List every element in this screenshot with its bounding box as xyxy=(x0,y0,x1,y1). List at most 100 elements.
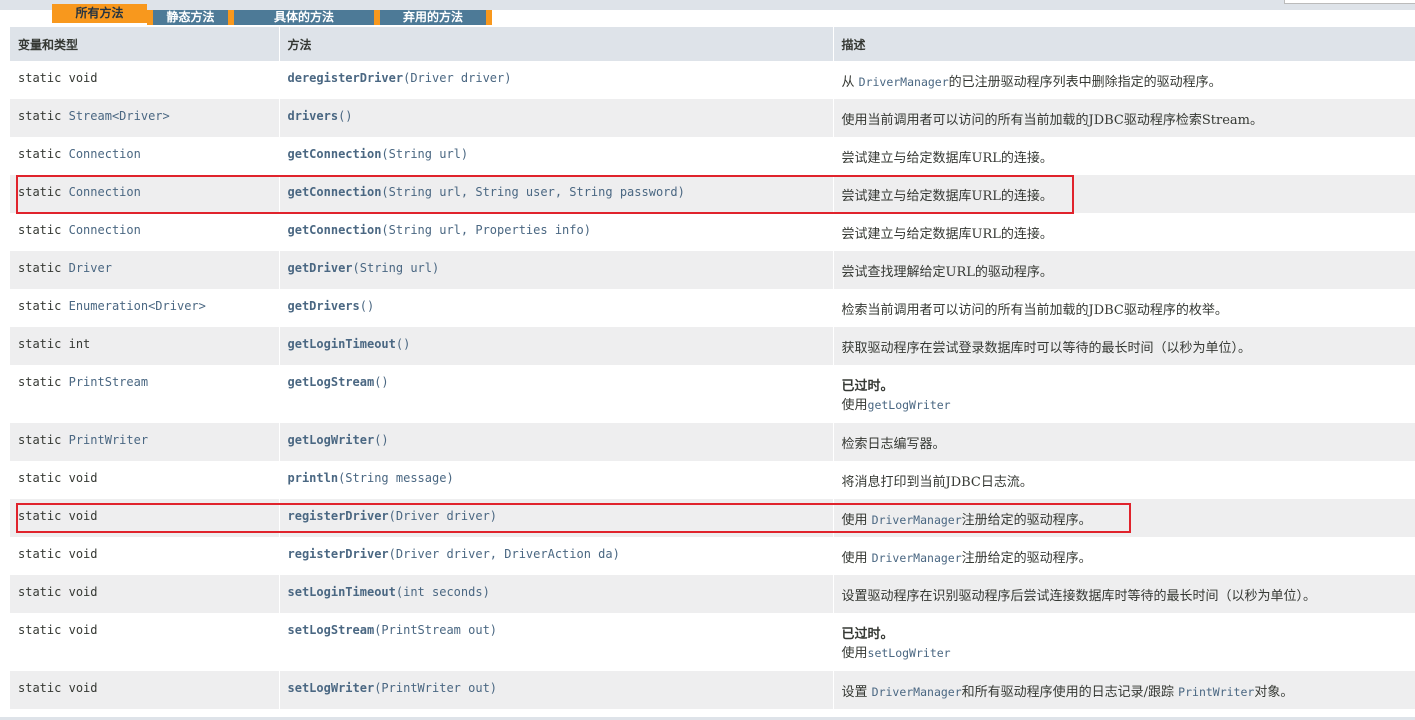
cell-description: 尝试建立与给定数据库URL的连接。 xyxy=(833,213,1415,251)
method-params: (Driver driver) xyxy=(403,71,512,85)
method-link[interactable]: getLoginTimeout xyxy=(288,337,396,351)
cell-method: getConnection(String url, Properties inf… xyxy=(279,213,834,251)
method-link[interactable]: drivers xyxy=(288,109,339,123)
return-type: void xyxy=(68,547,98,561)
return-type[interactable]: Connection xyxy=(69,185,141,199)
description-text: 获取驱动程序在尝试登录数据库时可以等待的最长时间（以秒为单位）。 xyxy=(841,341,1252,356)
cell-type: static void xyxy=(10,499,280,537)
description-text: 注册给定的驱动程序。 xyxy=(961,551,1092,566)
method-link[interactable]: setLogStream xyxy=(288,623,375,637)
description-text: 尝试建立与给定数据库URL的连接。 xyxy=(841,151,1053,166)
method-params: (PrintWriter out) xyxy=(374,681,498,695)
class-link[interactable]: PrintWriter xyxy=(1178,685,1254,699)
method-params: (String message) xyxy=(338,471,454,485)
cell-type: static PrintWriter xyxy=(10,423,280,461)
column-header-method: 方法 xyxy=(279,27,834,61)
tab-separator xyxy=(486,10,492,25)
cell-method: println(String message) xyxy=(279,461,834,499)
tab-static-methods[interactable]: 静态方法 xyxy=(153,10,228,25)
column-header-type: 变量和类型 xyxy=(10,27,280,61)
cell-method: getConnection(String url, String user, S… xyxy=(279,175,834,213)
modifier-text: static xyxy=(18,375,62,389)
return-type[interactable]: PrintStream xyxy=(69,375,148,389)
method-link[interactable]: getLogWriter xyxy=(288,433,375,447)
cell-type: static Connection xyxy=(10,137,280,175)
cell-description: 获取驱动程序在尝试登录数据库时可以等待的最长时间（以秒为单位）。 xyxy=(833,327,1415,365)
return-type: void xyxy=(68,585,98,599)
method-summary-table: 变量和类型 方法 描述 static void deregisterDriver(… xyxy=(10,27,1415,709)
cell-type: static Stream<Driver> xyxy=(10,99,280,137)
class-link[interactable]: DriverManager xyxy=(859,75,949,89)
modifier-text: static xyxy=(18,109,62,123)
class-link[interactable]: DriverManager xyxy=(872,513,962,527)
description-text: 使用当前调用者可以访问的所有当前加载的JDBC驱动程序检索Stream。 xyxy=(841,113,1264,128)
method-link[interactable]: getConnection xyxy=(288,147,382,161)
table-row: static PrintWriter getLogWriter() 检索日志编写器。 xyxy=(10,423,1415,461)
method-params: (String url) xyxy=(381,147,469,161)
method-link[interactable]: registerDriver xyxy=(288,509,389,523)
cell-description: 将消息打印到当前JDBC日志流。 xyxy=(833,461,1415,499)
tab-concrete-methods[interactable]: 具体的方法 xyxy=(234,10,374,25)
table-row: static PrintStream getLogStream() 已过时。 使用ge… xyxy=(10,365,1415,423)
cell-method: setLogWriter(PrintWriter out) xyxy=(279,671,834,709)
cell-description: 尝试查找理解给定URL的驱动程序。 xyxy=(833,251,1415,289)
method-params: (Driver driver, DriverAction da) xyxy=(388,547,620,561)
search-input[interactable] xyxy=(1284,0,1415,4)
cell-type: static void xyxy=(10,461,280,499)
return-type[interactable]: PrintWriter xyxy=(69,433,148,447)
modifier-text: static xyxy=(18,299,62,313)
description-text: 将消息打印到当前JDBC日志流。 xyxy=(841,475,1033,490)
cell-description: 设置驱动程序在识别驱动程序后尝试连接数据库时等待的最长时间（以秒为单位）。 xyxy=(833,575,1415,613)
cell-type: static void xyxy=(10,537,280,575)
table-row: static Connection getConnection(String ur… xyxy=(10,213,1415,251)
method-link[interactable]: setLogWriter xyxy=(288,681,375,695)
table-header-row: 变量和类型 方法 描述 xyxy=(10,27,1415,61)
modifier-text: static xyxy=(18,547,62,561)
replacement-link[interactable]: setLogWriter xyxy=(868,646,951,660)
modifier-text: static xyxy=(18,509,62,523)
description-text: 注册给定的驱动程序。 xyxy=(961,513,1092,528)
table-row: static Enumeration<Driver> getDrivers() 检索… xyxy=(10,289,1415,327)
return-type: void xyxy=(68,471,98,485)
description-text: 尝试查找理解给定URL的驱动程序。 xyxy=(841,265,1053,280)
method-link[interactable]: getConnection xyxy=(288,185,382,199)
method-params: () xyxy=(374,433,389,447)
modifier-text: static xyxy=(18,585,62,599)
cell-description: 使用当前调用者可以访问的所有当前加载的JDBC驱动程序检索Stream。 xyxy=(833,99,1415,137)
return-type: void xyxy=(68,623,98,637)
cell-method: getConnection(String url) xyxy=(279,137,834,175)
method-link[interactable]: setLoginTimeout xyxy=(288,585,396,599)
return-type[interactable]: Enumeration<Driver> xyxy=(69,299,206,313)
method-link[interactable]: println xyxy=(288,471,339,485)
cell-method: setLoginTimeout(int seconds) xyxy=(279,575,834,613)
cell-method: getLogWriter() xyxy=(279,423,834,461)
method-link[interactable]: getLogStream xyxy=(288,375,375,389)
return-type[interactable]: Connection xyxy=(69,147,141,161)
cell-method: getLogStream() xyxy=(279,365,834,423)
tab-deprecated-methods[interactable]: 弃用的方法 xyxy=(380,10,486,25)
method-link[interactable]: getDrivers xyxy=(288,299,360,313)
method-link[interactable]: getConnection xyxy=(288,223,382,237)
top-nav-bar xyxy=(0,0,1415,10)
cell-description: 尝试建立与给定数据库URL的连接。 xyxy=(833,175,1415,213)
method-link[interactable]: getDriver xyxy=(288,261,353,275)
return-type[interactable]: Driver xyxy=(69,261,112,275)
class-link[interactable]: DriverManager xyxy=(872,685,962,699)
modifier-text: static xyxy=(18,261,62,275)
method-params: () xyxy=(338,109,353,123)
return-type[interactable]: Connection xyxy=(69,223,141,237)
description-text: 和所有驱动程序使用的日志记录/跟踪 xyxy=(961,685,1179,700)
class-link[interactable]: DriverManager xyxy=(872,551,962,565)
cell-method: deregisterDriver(Driver driver) xyxy=(279,61,834,99)
description-text: 设置 xyxy=(841,685,872,700)
method-link[interactable]: deregisterDriver xyxy=(288,71,404,85)
modifier-text: static xyxy=(18,185,62,199)
table-row: static void deregisterDriver(Driver drive… xyxy=(10,61,1415,99)
cell-description: 已过时。 使用getLogWriter xyxy=(833,365,1415,423)
method-params: (String url) xyxy=(352,261,440,275)
method-link[interactable]: registerDriver xyxy=(288,547,389,561)
replacement-link[interactable]: getLogWriter xyxy=(868,398,951,412)
tab-all-methods[interactable]: 所有方法 xyxy=(52,4,147,23)
return-type: void xyxy=(68,681,98,695)
return-type[interactable]: Stream<Driver> xyxy=(69,109,170,123)
